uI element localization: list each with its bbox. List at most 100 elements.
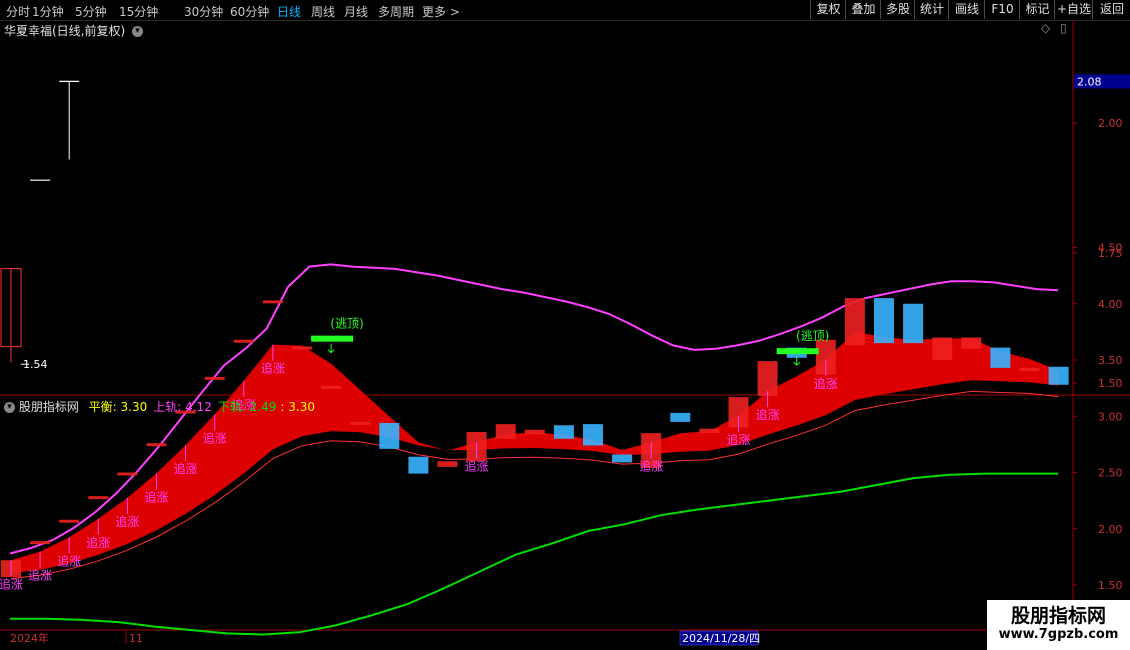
stock-title: 华夏幸福(日线,前复权) ▾ [4, 22, 144, 39]
indicator-block [524, 429, 545, 435]
sell-signal-label: (逃顶) [330, 317, 363, 331]
buy-signal-label: 追涨 [0, 576, 23, 591]
price-tag-label: 2.08 [1077, 75, 1102, 88]
period-tab-0[interactable]: 分时 [6, 3, 30, 20]
indicator-block [233, 339, 254, 343]
indicator-block [844, 298, 865, 346]
toolbar-button-8[interactable]: 返回 [1092, 0, 1130, 19]
toolbar: 分时 1分钟 5分钟 15分钟 30分钟 60分钟 日线 周线 月线 多周期 更多 > 复权 叠加 多股统… [0, 0, 1130, 21]
stock-title-text: 华夏幸福(日线,前复权) [4, 24, 126, 38]
indicator-block [1048, 366, 1069, 385]
indicator-block [1019, 367, 1040, 371]
indicator-block [874, 298, 894, 344]
sell-signal-bar [311, 335, 354, 342]
indicator-block [292, 346, 312, 350]
indicator-block [350, 421, 371, 425]
buy-signal-label: 追涨 [203, 430, 227, 445]
indicator-axis-label: 4.50 [1098, 242, 1123, 255]
buy-signal-label: 追涨 [57, 553, 81, 568]
indicator-value-3: : 3.30 [280, 400, 315, 414]
buy-signal-label: 追涨 [144, 489, 168, 504]
sell-signal-label: (逃顶) [796, 329, 829, 343]
indicator-values: 平衡: 3.30 上轨: 4.12 下轨: 2.49: 3.30 [83, 400, 315, 414]
indicator-block [670, 412, 691, 422]
indicator-block [990, 347, 1011, 368]
toolbar-button-0[interactable]: 复权 [810, 0, 846, 19]
indicator-axis-label: 3.00 [1098, 410, 1123, 423]
buy-signal-label: 追涨 [756, 407, 780, 422]
indicator-block [903, 303, 924, 344]
panel-toggle-icon[interactable]: ▯ [1060, 21, 1067, 35]
indicator-block [59, 519, 80, 523]
year-label: 2024年 [10, 631, 49, 645]
indicator-block [583, 424, 603, 446]
main-panel-controls: ◇ ▯ [1041, 21, 1067, 35]
indicator-collapse-icon[interactable]: ▾ [4, 402, 15, 413]
period-tab-2[interactable]: 5分钟 [75, 3, 107, 20]
indicator-axis-label: 2.00 [1098, 523, 1123, 536]
diamond-icon[interactable]: ◇ [1041, 21, 1050, 35]
toolbar-button-5[interactable]: F10 [984, 0, 1020, 19]
period-tab-8[interactable]: 月线 [344, 3, 368, 20]
indicator-block [757, 361, 778, 396]
chart-area: 4.003.753.503.253.002.752.502.252.001.75… [0, 20, 1130, 646]
title-dropdown-icon[interactable]: ▾ [132, 26, 144, 37]
trend-ribbon [11, 332, 1059, 574]
buy-signal-label: 追涨 [814, 376, 838, 391]
price-axis-label: 2.00 [1098, 117, 1123, 130]
indicator-block [612, 454, 633, 463]
buy-signal-label: 追涨 [86, 535, 110, 550]
indicator-block [961, 337, 982, 349]
period-tab-5[interactable]: 60分钟 [230, 3, 269, 20]
indicator-block [932, 337, 953, 360]
period-tab-4[interactable]: 30分钟 [184, 3, 223, 20]
indicator-block [379, 423, 400, 449]
period-tab-3[interactable]: 15分钟 [119, 3, 158, 20]
buy-signal-label: 追涨 [174, 461, 198, 476]
toolbar-button-3[interactable]: 统计 [914, 0, 949, 19]
indicator-axis-label: 2.50 [1098, 467, 1123, 480]
indicator-axis-label: 1.50 [1098, 579, 1123, 592]
sell-signal-bar [776, 348, 819, 355]
indicator-value-1: 上轨: 4.12 [153, 400, 212, 414]
indicator-value-0: 平衡: 3.30 [88, 400, 148, 414]
indicator-value-2: 下轨: 2.49 [217, 400, 277, 414]
buy-signal-label: 追涨 [639, 458, 663, 473]
toolbar-button-6[interactable]: 标记 [1019, 0, 1055, 19]
indicator-block [146, 443, 167, 447]
indicator-block [88, 496, 109, 500]
indicator-block [699, 428, 720, 434]
indicator-axis-label: 4.00 [1098, 298, 1123, 311]
indicator-block [495, 424, 516, 439]
indicator-name: 股朋指标网 [18, 400, 79, 414]
indicator-block [262, 300, 283, 304]
month-label: 11 [129, 632, 143, 645]
buy-signal-label: 追涨 [28, 568, 52, 583]
toolbar-button-2[interactable]: 多股 [880, 0, 915, 19]
indicator-header: ▾ 股朋指标网 平衡: 3.30 上轨: 4.12 下轨: 2.49: 3.30 [4, 398, 315, 415]
indicator-block [30, 541, 51, 545]
indicator-axis-label: 3.50 [1098, 354, 1123, 367]
indicator-block [204, 376, 225, 380]
indicator-block [553, 425, 574, 439]
indicator-block [321, 385, 342, 389]
period-tab-10[interactable]: 更多 > [422, 3, 460, 20]
cursor-date-label: 2024/11/28/四 [682, 632, 760, 645]
sell-signal-arrow [327, 343, 335, 354]
period-tab-1[interactable]: 1分钟 [32, 3, 64, 20]
period-tab-6[interactable]: 日线 [277, 3, 301, 20]
buy-signal-label: 追涨 [465, 458, 489, 473]
indicator-block [437, 461, 458, 467]
toolbar-button-4[interactable]: 画线 [948, 0, 985, 19]
period-tab-7[interactable]: 周线 [311, 3, 335, 20]
watermark: 股朋指标网 www.7gpzb.com [987, 600, 1130, 650]
indicator-block [408, 456, 429, 474]
buy-signal-label: 追涨 [115, 514, 139, 529]
buy-signal-label: 追涨 [726, 432, 750, 447]
period-tab-9[interactable]: 多周期 [378, 3, 414, 20]
watermark-url: www.7gpzb.com [998, 627, 1119, 642]
toolbar-button-7[interactable]: +自选 [1054, 0, 1093, 19]
toolbar-button-1[interactable]: 叠加 [845, 0, 881, 19]
low-marker-label: 1.54 [23, 358, 48, 371]
price-axis-label: 1.50 [1098, 377, 1123, 390]
